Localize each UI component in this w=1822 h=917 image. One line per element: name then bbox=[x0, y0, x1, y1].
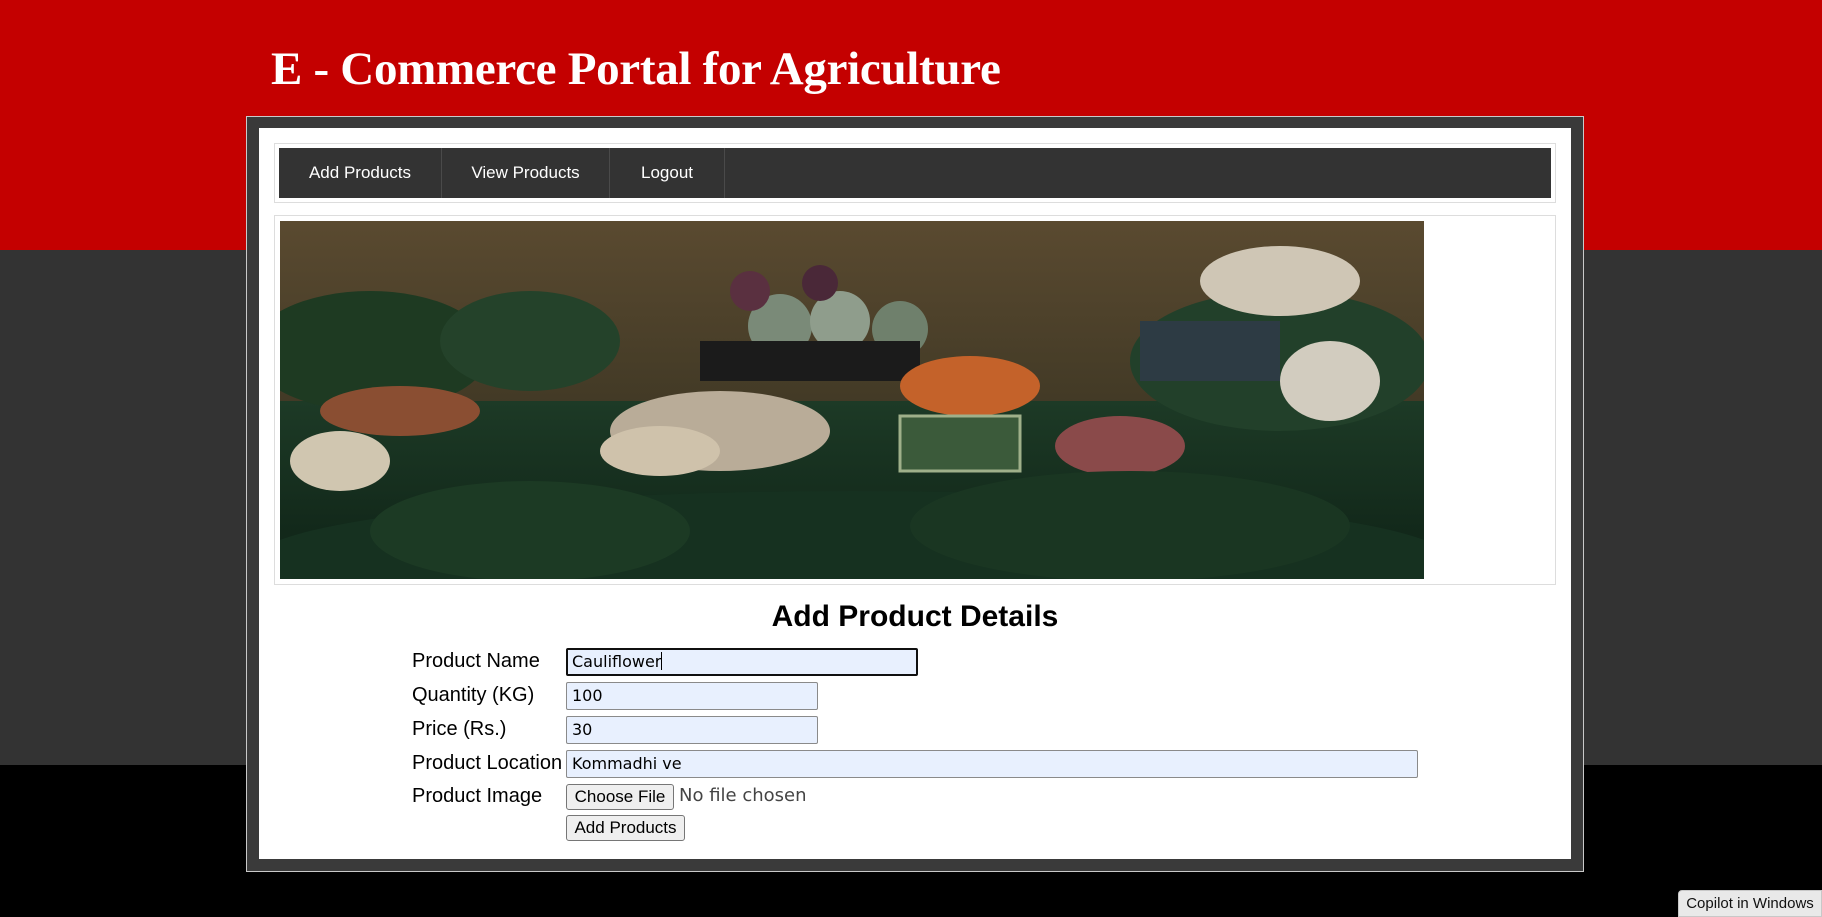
banner-illustration bbox=[280, 221, 1424, 579]
quantity-label: Quantity (KG) bbox=[412, 684, 535, 706]
nav-logout[interactable]: Logout bbox=[610, 148, 725, 198]
location-label: Product Location bbox=[412, 752, 563, 774]
quantity-input[interactable]: 100 bbox=[566, 682, 818, 710]
add-products-button[interactable]: Add Products bbox=[566, 815, 685, 841]
product-name-input[interactable]: Cauliflower bbox=[566, 648, 918, 676]
location-input[interactable]: Kommadhi ve bbox=[566, 750, 1418, 778]
copilot-taskbar-button[interactable]: Copilot in Windows bbox=[1678, 890, 1822, 917]
site-title: E - Commerce Portal for Agriculture bbox=[271, 43, 1001, 95]
product-image-label: Product Image bbox=[412, 785, 543, 807]
text-caret bbox=[661, 652, 663, 670]
file-status: No file chosen bbox=[679, 785, 807, 806]
form-heading: Add Product Details bbox=[771, 600, 1059, 633]
product-name-value: Cauliflower bbox=[572, 652, 662, 671]
nav-view-products[interactable]: View Products bbox=[442, 148, 610, 198]
price-input[interactable]: 30 bbox=[566, 716, 818, 744]
price-label: Price (Rs.) bbox=[412, 718, 507, 740]
nav-add-products[interactable]: Add Products bbox=[279, 148, 442, 198]
vegetable-market-banner bbox=[280, 221, 1424, 579]
choose-file-button[interactable]: Choose File bbox=[566, 784, 674, 810]
product-name-label: Product Name bbox=[412, 650, 540, 672]
main-nav: Add Products View Products Logout bbox=[279, 148, 1551, 198]
